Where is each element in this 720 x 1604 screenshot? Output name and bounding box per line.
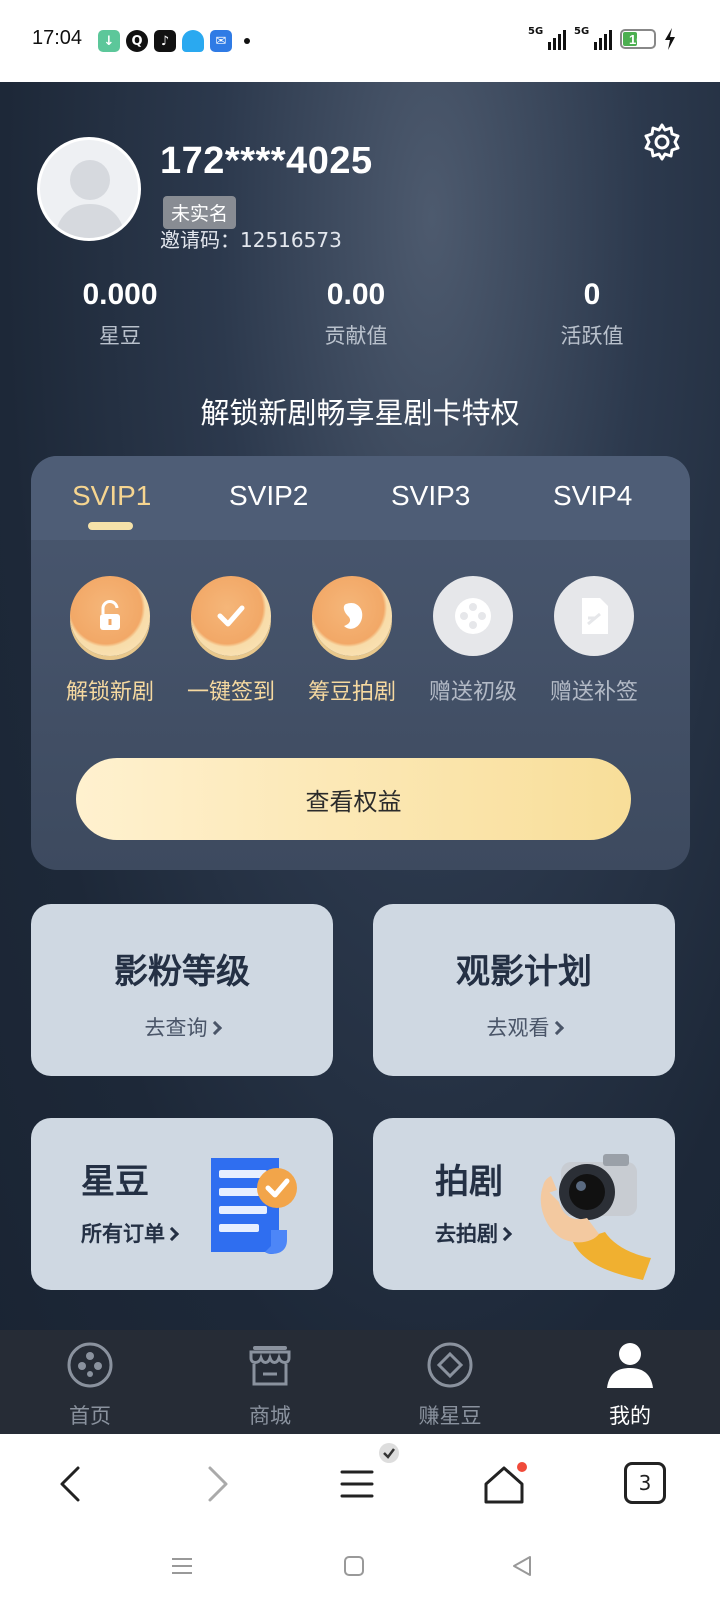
perk-unlock[interactable]: 解锁新剧 bbox=[50, 576, 170, 706]
film-reel-icon bbox=[433, 576, 513, 656]
all-orders-link[interactable]: 所有订单 bbox=[81, 1222, 165, 1246]
user-phone: 172****4025 bbox=[160, 140, 373, 182]
system-nav-bar bbox=[0, 1534, 720, 1604]
perk-checkin[interactable]: 一键签到 bbox=[171, 576, 291, 706]
stats-row: 0.000 星豆 0.00 贡献值 0 活跃值 bbox=[0, 278, 720, 358]
camera-hand-icon bbox=[540, 1154, 651, 1280]
back-icon[interactable] bbox=[48, 1460, 96, 1508]
document-icon bbox=[554, 576, 634, 656]
tile-shoot[interactable]: 拍剧 去拍剧 bbox=[373, 1118, 675, 1290]
vip-card: SVIP1 SVIP2 SVIP3 SVIP4 解锁新剧 一键签到 筹豆拍剧 赠… bbox=[31, 456, 690, 870]
tab-svip3[interactable]: SVIP3 bbox=[391, 480, 470, 512]
settings-gear-icon[interactable] bbox=[642, 122, 682, 162]
tile-fan-level[interactable]: 影粉等级 去查询 bbox=[31, 904, 333, 1076]
tab-mine[interactable]: 我的 bbox=[570, 1340, 690, 1430]
watch-plan-link[interactable]: 去观看 bbox=[487, 1016, 550, 1040]
perk-gift-basic[interactable]: 赠送初级 bbox=[413, 576, 533, 706]
user-icon bbox=[607, 1343, 653, 1388]
signal-icon-2: 5G bbox=[574, 26, 612, 50]
tile-star-bean[interactable]: 星豆 所有订单 bbox=[31, 1118, 333, 1290]
battery-icon: 16 bbox=[620, 29, 656, 49]
store-icon bbox=[249, 1346, 291, 1386]
more-notifications-dot bbox=[244, 38, 250, 44]
status-bar: 17:04 ↓ Q ♪ ✉ 5G 5G 16 bbox=[0, 0, 720, 82]
download-icon: ↓ bbox=[98, 30, 120, 52]
bottom-tab-bar: 首页 商城 赚星豆 我的 bbox=[0, 1330, 720, 1434]
chevron-right-icon bbox=[207, 1020, 222, 1036]
vip-tabs: SVIP1 SVIP2 SVIP3 SVIP4 bbox=[31, 456, 690, 540]
q-icon: Q bbox=[126, 30, 148, 52]
charging-icon bbox=[665, 28, 675, 50]
signal-icon: 5G bbox=[528, 26, 566, 50]
tab-count-button[interactable]: 3 bbox=[624, 1462, 666, 1504]
chevron-right-icon bbox=[549, 1020, 564, 1036]
tab-store[interactable]: 商城 bbox=[210, 1340, 330, 1430]
vip-headline: 解锁新剧畅享星剧卡特权 bbox=[200, 396, 520, 430]
tab-svip1[interactable]: SVIP1 bbox=[72, 480, 151, 512]
lock-icon bbox=[70, 576, 150, 656]
tab-svip2[interactable]: SVIP2 bbox=[229, 480, 308, 512]
diamond-icon bbox=[427, 1342, 473, 1388]
home-icon[interactable] bbox=[480, 1460, 528, 1508]
shoot-link[interactable]: 去拍剧 bbox=[435, 1222, 498, 1246]
tiktok-icon: ♪ bbox=[154, 30, 176, 52]
menu-badge-check-icon bbox=[379, 1443, 399, 1463]
fan-level-link[interactable]: 去查询 bbox=[145, 1016, 208, 1040]
tile-watch-plan[interactable]: 观影计划 去观看 bbox=[373, 904, 675, 1076]
perk-bean-shoot[interactable]: 筹豆拍剧 bbox=[292, 576, 412, 706]
order-list-icon bbox=[211, 1158, 297, 1254]
profile-page: 172****4025 未实名 邀请码：12516573 0.000 星豆 0.… bbox=[0, 82, 720, 1434]
tab-earn[interactable]: 赚星豆 bbox=[390, 1340, 510, 1430]
tab-home[interactable]: 首页 bbox=[30, 1340, 150, 1430]
chevron-right-icon bbox=[497, 1226, 513, 1242]
active-tab-indicator bbox=[88, 522, 133, 530]
qq-icon bbox=[182, 30, 204, 52]
check-icon bbox=[191, 576, 271, 656]
menu-icon[interactable] bbox=[336, 1460, 384, 1508]
system-back-icon[interactable] bbox=[510, 1554, 534, 1578]
invite-code[interactable]: 邀请码：12516573 bbox=[160, 224, 342, 253]
stat-star-bean[interactable]: 0.000 星豆 bbox=[20, 278, 220, 350]
recents-icon[interactable] bbox=[170, 1554, 194, 1578]
forward-icon[interactable] bbox=[192, 1460, 240, 1508]
stat-contribution[interactable]: 0.00 贡献值 bbox=[256, 278, 456, 350]
notification-icons: ↓ Q ♪ ✉ bbox=[98, 30, 250, 52]
perk-gift-resign[interactable]: 赠送补签 bbox=[534, 576, 654, 706]
avatar[interactable] bbox=[37, 137, 141, 241]
stat-activity[interactable]: 0 活跃值 bbox=[492, 278, 692, 350]
bean-icon bbox=[312, 576, 392, 656]
mail-icon: ✉ bbox=[210, 30, 232, 52]
view-benefits-button[interactable]: 查看权益 bbox=[76, 758, 631, 840]
system-home-icon[interactable] bbox=[342, 1554, 366, 1578]
browser-toolbar: 3 bbox=[0, 1434, 720, 1534]
film-reel-icon bbox=[67, 1342, 113, 1388]
tab-svip4[interactable]: SVIP4 bbox=[553, 480, 632, 512]
chevron-right-icon bbox=[164, 1226, 180, 1242]
status-time: 17:04 bbox=[32, 27, 83, 49]
